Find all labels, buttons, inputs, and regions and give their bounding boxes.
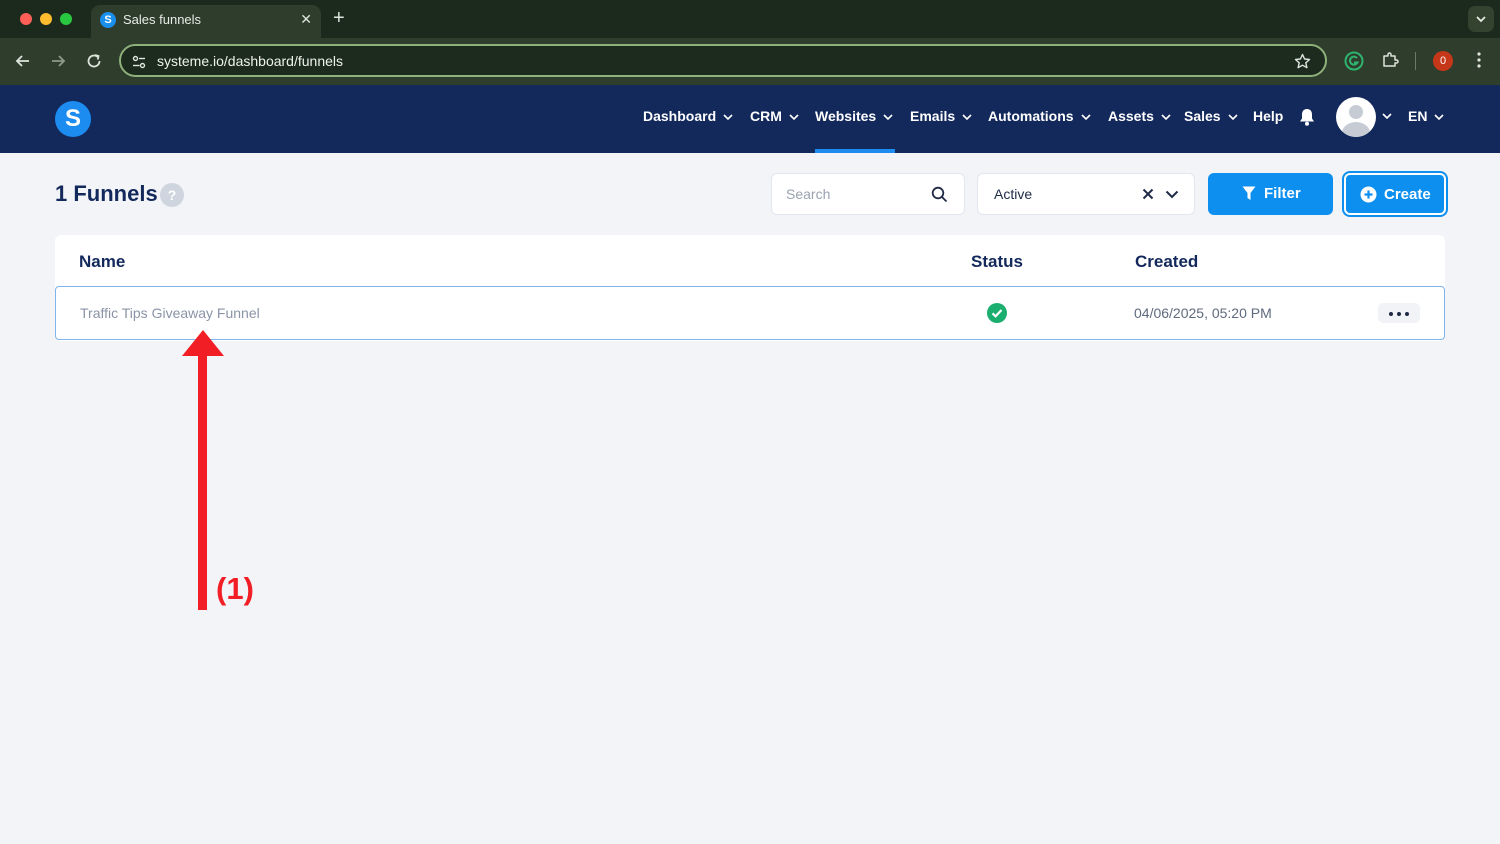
nav-label: CRM [750, 108, 782, 124]
nav-label: Websites [815, 108, 877, 124]
status-filter-select[interactable]: Active [977, 173, 1195, 215]
nav-sales[interactable]: Sales [1184, 108, 1238, 124]
nav-label: Dashboard [643, 108, 717, 124]
browser-tab-bar: S Sales funnels ✕ + [0, 0, 1500, 38]
chevron-down-icon [883, 114, 893, 120]
back-arrow-icon[interactable] [14, 52, 32, 70]
nav-label: Help [1253, 108, 1284, 124]
status-selected-value: Active [994, 186, 1033, 202]
nav-websites[interactable]: Websites [815, 108, 893, 124]
search-field[interactable] [771, 173, 965, 215]
extensions-puzzle-icon[interactable] [1381, 51, 1399, 69]
address-bar[interactable]: systeme.io/dashboard/funnels [119, 44, 1327, 77]
chevron-down-icon [789, 114, 799, 120]
column-header-name[interactable]: Name [79, 252, 125, 272]
tab-close-icon[interactable]: ✕ [300, 11, 312, 27]
search-input[interactable] [786, 184, 926, 204]
toolbar-separator [1415, 52, 1416, 70]
nav-automations[interactable]: Automations [988, 108, 1091, 124]
url-text[interactable]: systeme.io/dashboard/funnels [157, 53, 343, 69]
chevron-down-icon [1161, 114, 1171, 120]
clear-icon[interactable] [1142, 188, 1154, 200]
browser-menu-kebab-icon[interactable] [1471, 51, 1487, 69]
column-header-created[interactable]: Created [1135, 252, 1198, 272]
chevron-down-icon [1476, 16, 1486, 23]
forward-arrow-icon[interactable] [49, 52, 67, 70]
chevron-down-icon[interactable] [1382, 113, 1392, 120]
bookmark-star-icon[interactable] [1294, 53, 1311, 70]
chevron-down-icon [962, 114, 972, 120]
systeme-favicon-icon: S [100, 12, 116, 28]
nav-label: Automations [988, 108, 1074, 124]
active-nav-indicator [815, 149, 895, 153]
app-header: S Dashboard CRM Websites Emails Automati… [0, 85, 1500, 153]
check-circle-icon [987, 303, 1007, 323]
help-icon[interactable]: ? [160, 183, 184, 207]
avatar-head [1349, 105, 1363, 119]
nav-label: Assets [1108, 108, 1154, 124]
filter-button-label: Filter [1264, 185, 1301, 202]
created-date: 04/06/2025, 05:20 PM [1134, 305, 1272, 321]
browser-toolbar: systeme.io/dashboard/funnels 0 [0, 38, 1500, 85]
tab-search-button[interactable] [1468, 6, 1494, 32]
reload-icon[interactable] [85, 52, 103, 70]
dot [1389, 312, 1393, 316]
extension-badge-icon[interactable]: 0 [1433, 51, 1453, 71]
new-tab-button[interactable]: + [333, 7, 345, 29]
search-icon[interactable] [931, 186, 948, 203]
dot [1405, 312, 1409, 316]
nav-label: Emails [910, 108, 956, 124]
language-label: EN [1408, 108, 1428, 124]
row-actions-button[interactable] [1378, 303, 1420, 323]
chevron-down-icon [1434, 114, 1445, 120]
create-button-label: Create [1384, 186, 1431, 203]
site-settings-icon[interactable] [131, 54, 147, 70]
nav-assets[interactable]: Assets [1108, 108, 1171, 124]
chevron-down-icon [723, 114, 733, 120]
filter-button[interactable]: Filter [1208, 173, 1333, 215]
chevron-down-icon [1228, 114, 1238, 120]
nav-dashboard[interactable]: Dashboard [643, 108, 733, 124]
table-row[interactable]: Traffic Tips Giveaway Funnel 04/06/2025,… [55, 286, 1445, 340]
window-maximize-button[interactable] [60, 13, 72, 25]
browser-tab-sales-funnels[interactable]: S Sales funnels ✕ [91, 5, 321, 38]
nav-emails[interactable]: Emails [910, 108, 972, 124]
avatar[interactable] [1336, 97, 1376, 137]
annotation-label: (1) [216, 571, 254, 606]
window-close-button[interactable] [20, 13, 32, 25]
tab-title: Sales funnels [123, 12, 202, 27]
bell-icon[interactable] [1298, 107, 1316, 127]
create-button[interactable]: Create [1344, 173, 1446, 215]
dot [1397, 312, 1401, 316]
page-title: 1 Funnels [55, 181, 158, 206]
nav-help[interactable]: Help [1253, 108, 1283, 124]
systeme-logo[interactable]: S [55, 101, 91, 137]
chevron-down-icon [1080, 114, 1091, 120]
funnel-name-link[interactable]: Traffic Tips Giveaway Funnel [80, 305, 260, 321]
chevron-down-icon[interactable] [1165, 190, 1179, 199]
nav-crm[interactable]: CRM [750, 108, 799, 124]
language-selector[interactable]: EN [1408, 108, 1445, 124]
funnel-filter-icon [1242, 186, 1256, 200]
column-header-status[interactable]: Status [971, 252, 1023, 272]
nav-label: Sales [1184, 108, 1221, 124]
avatar-body [1342, 122, 1370, 137]
window-minimize-button[interactable] [40, 13, 52, 25]
grammarly-extension-icon[interactable] [1344, 51, 1364, 71]
plus-circle-icon [1360, 186, 1377, 203]
